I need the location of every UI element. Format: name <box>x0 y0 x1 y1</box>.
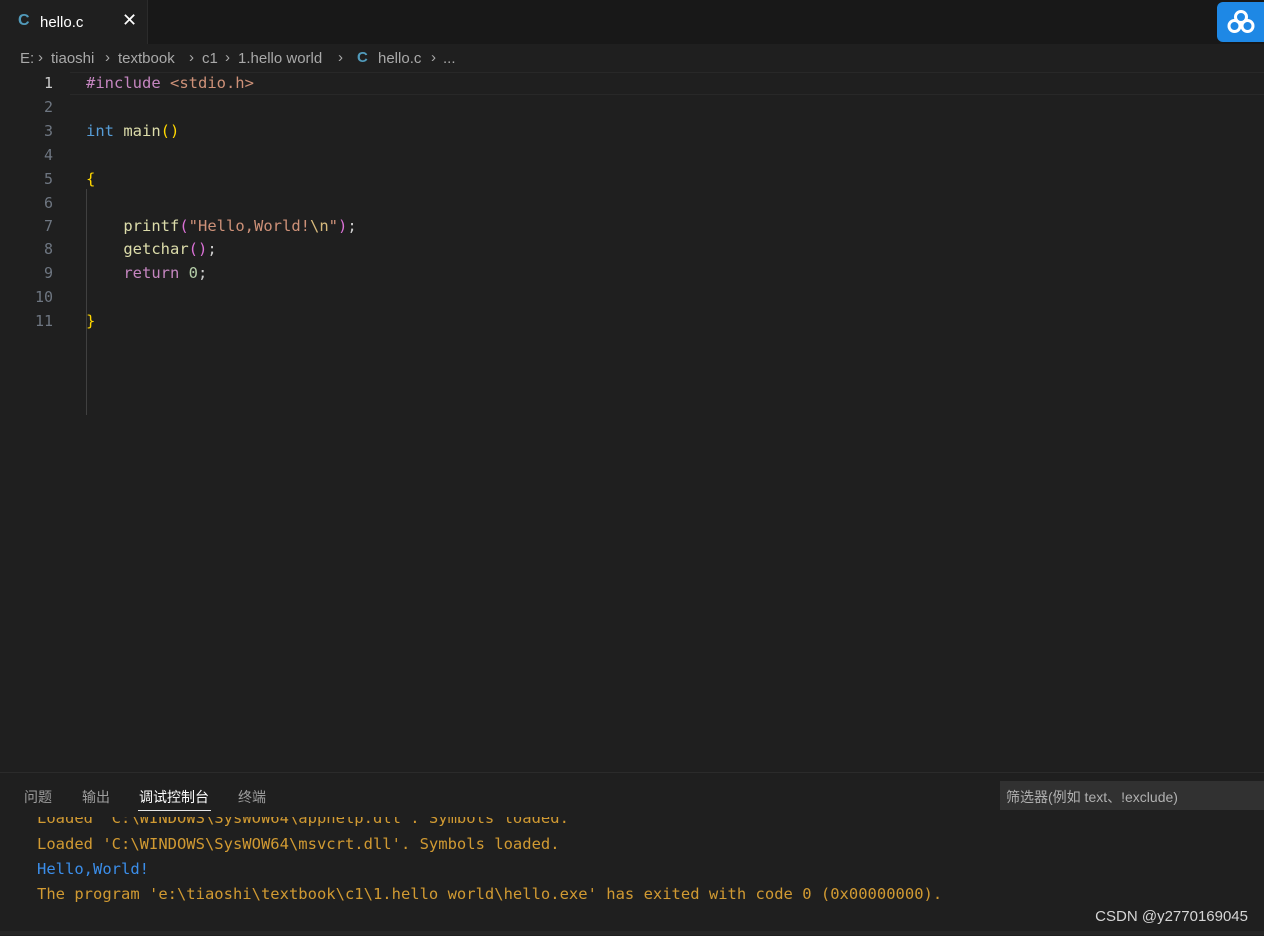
token-semicolon: ; <box>347 217 357 235</box>
line-number: 9 <box>43 264 53 282</box>
token-string: "Hello,World! <box>188 217 310 235</box>
code-text: printf("Hello,World!\n"); <box>86 217 357 235</box>
code-line[interactable]: 8 getchar(); <box>0 238 1264 262</box>
c-file-icon: C <box>357 49 368 66</box>
c-file-icon: C <box>18 12 30 29</box>
code-text: getchar(); <box>86 240 217 258</box>
token-paren: () <box>160 122 180 140</box>
code-text: int main() <box>86 122 179 140</box>
token-keyword: int <box>86 122 114 140</box>
chevron-right-icon: › <box>338 49 343 66</box>
breadcrumb-item-textbook[interactable]: textbook <box>118 50 175 67</box>
tab-hello-c[interactable]: C hello.c ✕ <box>0 0 148 44</box>
console-line: Loaded 'C:\WINDOWS\SysWOW64\apphelp.dll'… <box>37 817 569 827</box>
console-line: Loaded 'C:\WINDOWS\SysWOW64\msvcrt.dll'.… <box>37 835 560 853</box>
breadcrumb-item-drive[interactable]: E: <box>20 50 34 67</box>
filter-input[interactable]: 筛选器(例如 text、!exclude) <box>1000 781 1264 810</box>
breadcrumb-item-c1[interactable]: c1 <box>202 50 218 67</box>
line-number: 8 <box>43 240 53 258</box>
code-text: { <box>86 170 95 188</box>
tab-label: hello.c <box>40 14 84 31</box>
token-function: getchar <box>123 240 189 258</box>
code-line[interactable]: 7 printf("Hello,World!\n"); <box>0 215 1264 239</box>
token-escape: \n <box>310 217 329 235</box>
code-line[interactable]: 3 int main() <box>0 120 1264 144</box>
close-icon[interactable]: ✕ <box>122 10 137 31</box>
baidu-cloud-button[interactable] <box>1217 2 1264 42</box>
tab-debug-console[interactable]: 调试控制台 <box>139 787 209 807</box>
code-line[interactable]: 11 } <box>0 310 1264 334</box>
line-number: 7 <box>43 217 53 235</box>
line-number: 11 <box>34 312 53 330</box>
chevron-right-icon: › <box>225 49 230 66</box>
line-number: 10 <box>34 288 53 306</box>
line-number: 4 <box>43 146 53 164</box>
token-brace: } <box>86 312 96 330</box>
line-number: 1 <box>43 74 53 92</box>
token-semicolon: ; <box>198 264 208 282</box>
token-brace: { <box>86 170 96 188</box>
token-paren: ) <box>338 217 348 235</box>
watermark: CSDN @y2770169045 <box>1095 908 1248 925</box>
chevron-right-icon: › <box>105 49 110 66</box>
breadcrumb: E: › tiaoshi › textbook › c1 › 1.hello w… <box>0 44 1264 72</box>
code-line[interactable]: 4 <box>0 144 1264 168</box>
token-function: printf <box>123 217 180 235</box>
editor-tab-bar: C hello.c ✕ <box>0 0 1264 44</box>
tab-problems[interactable]: 问题 <box>24 787 52 807</box>
code-line[interactable]: 6 <box>0 192 1264 216</box>
code-text: #include <stdio.h> <box>86 74 254 92</box>
breadcrumb-item-folder[interactable]: 1.hello world <box>238 50 322 67</box>
chevron-right-icon: › <box>431 49 436 66</box>
code-text: return 0; <box>86 264 207 282</box>
breadcrumb-item-symbols[interactable]: ... <box>443 50 456 67</box>
token-paren: () <box>188 240 208 258</box>
code-line[interactable]: 5 { <box>0 168 1264 192</box>
console-line-program-output: Hello,World! <box>37 860 149 878</box>
token-number: 0 <box>179 264 198 282</box>
token-paren: ( <box>179 217 189 235</box>
chevron-right-icon: › <box>38 49 43 66</box>
token-include-path: <stdio.h> <box>160 74 254 92</box>
bottom-panel: 问题 输出 调试控制台 终端 筛选器(例如 text、!exclude) Loa… <box>0 772 1264 935</box>
tab-output[interactable]: 输出 <box>82 787 110 807</box>
tab-terminal[interactable]: 终端 <box>238 787 266 807</box>
breadcrumb-item-file[interactable]: hello.c <box>378 50 421 67</box>
console-line: The program 'e:\tiaoshi\textbook\c1\1.he… <box>37 885 943 903</box>
token-semicolon: ; <box>207 240 217 258</box>
code-line[interactable]: 2 <box>0 96 1264 120</box>
code-line[interactable]: 10 <box>0 286 1264 310</box>
cloud-icon <box>1227 10 1255 33</box>
line-number: 2 <box>43 98 53 116</box>
token-keyword: return <box>123 264 180 282</box>
token-preprocessor: #include <box>86 74 161 92</box>
code-line[interactable]: 9 return 0; <box>0 262 1264 286</box>
token-function: main <box>114 122 161 140</box>
code-line[interactable]: 1 #include <stdio.h> <box>0 72 1264 96</box>
code-editor[interactable]: 1 #include <stdio.h> 2 3 int main() 4 5 … <box>0 72 1264 772</box>
debug-console-output[interactable]: Loaded 'C:\WINDOWS\SysWOW64\apphelp.dll'… <box>0 817 1264 936</box>
active-tab-indicator <box>138 810 211 811</box>
divider <box>0 931 1264 935</box>
breadcrumb-item-tiaoshi[interactable]: tiaoshi <box>51 50 94 67</box>
line-number: 5 <box>43 170 53 188</box>
chevron-right-icon: › <box>189 49 194 66</box>
token-string: " <box>328 217 339 235</box>
code-text: } <box>86 312 95 330</box>
line-number: 3 <box>43 122 53 140</box>
line-number: 6 <box>43 194 53 212</box>
